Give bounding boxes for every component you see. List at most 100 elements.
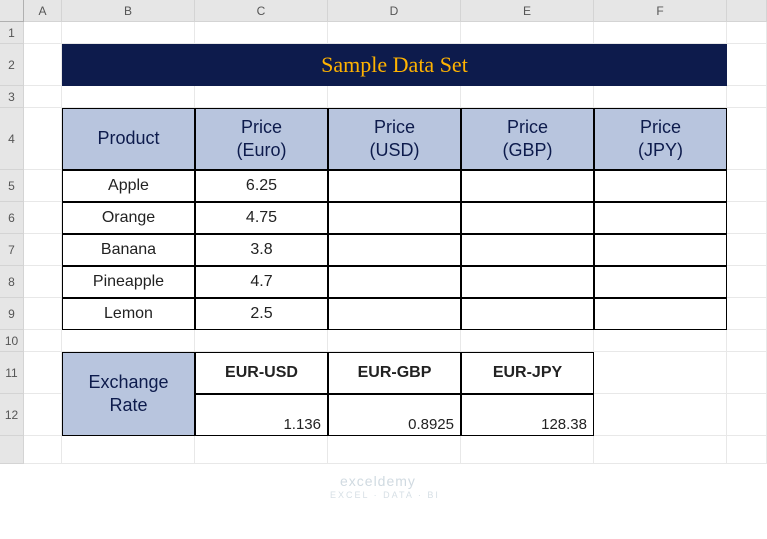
col-header-A[interactable]: A [24, 0, 62, 22]
table-cell[interactable] [461, 298, 594, 330]
cell[interactable] [24, 108, 62, 170]
table-cell[interactable] [461, 234, 594, 266]
table-cell[interactable]: Pineapple [62, 266, 195, 298]
table-cell[interactable]: Apple [62, 170, 195, 202]
exchange-value[interactable]: 0.8925 [328, 394, 461, 436]
cell[interactable] [727, 108, 767, 170]
exchange-value[interactable]: 1.136 [195, 394, 328, 436]
cell[interactable] [24, 44, 62, 86]
table-cell[interactable]: Orange [62, 202, 195, 234]
cell[interactable] [24, 352, 62, 394]
cell[interactable] [727, 170, 767, 202]
exchange-pair-header[interactable]: EUR-GBP [328, 352, 461, 394]
cell[interactable] [727, 86, 767, 108]
cell[interactable] [727, 298, 767, 330]
row-header-7[interactable]: 7 [0, 234, 24, 266]
exchange-pair-header[interactable]: EUR-USD [195, 352, 328, 394]
table-cell[interactable] [461, 170, 594, 202]
cell[interactable] [62, 22, 195, 44]
table-cell[interactable] [328, 202, 461, 234]
select-all-corner[interactable] [0, 0, 24, 22]
cell[interactable] [195, 436, 328, 464]
th-product[interactable]: Product [62, 108, 195, 170]
cell[interactable] [328, 330, 461, 352]
exchange-pair-header[interactable]: EUR-JPY [461, 352, 594, 394]
table-cell[interactable] [594, 298, 727, 330]
cell[interactable] [727, 266, 767, 298]
cell[interactable] [328, 436, 461, 464]
cell[interactable] [328, 86, 461, 108]
table-cell[interactable] [594, 202, 727, 234]
table-cell[interactable]: 3.8 [195, 234, 328, 266]
row-header-5[interactable]: 5 [0, 170, 24, 202]
row-header-12[interactable]: 12 [0, 394, 24, 436]
table-cell[interactable] [594, 170, 727, 202]
col-header-blank[interactable] [727, 0, 767, 22]
exchange-value[interactable]: 128.38 [461, 394, 594, 436]
th-price-gbp[interactable]: Price (GBP) [461, 108, 594, 170]
cell[interactable] [727, 352, 767, 394]
th-price-usd[interactable]: Price (USD) [328, 108, 461, 170]
cell[interactable] [727, 330, 767, 352]
table-cell[interactable] [594, 266, 727, 298]
row-header-1[interactable]: 1 [0, 22, 24, 44]
cell[interactable] [328, 22, 461, 44]
table-cell[interactable]: Banana [62, 234, 195, 266]
cell[interactable] [461, 86, 594, 108]
table-cell[interactable]: 2.5 [195, 298, 328, 330]
row-header-6[interactable]: 6 [0, 202, 24, 234]
col-header-C[interactable]: C [195, 0, 328, 22]
cell[interactable] [727, 234, 767, 266]
cell[interactable] [24, 234, 62, 266]
th-price-eur[interactable]: Price (Euro) [195, 108, 328, 170]
row-header-2[interactable]: 2 [0, 44, 24, 86]
cell[interactable] [727, 22, 767, 44]
cell[interactable] [594, 86, 727, 108]
cell[interactable] [195, 330, 328, 352]
cell[interactable] [195, 22, 328, 44]
col-header-E[interactable]: E [461, 0, 594, 22]
cell[interactable] [24, 202, 62, 234]
cell[interactable] [461, 436, 594, 464]
cell[interactable] [727, 202, 767, 234]
cell[interactable] [594, 22, 727, 44]
row-header-11[interactable]: 11 [0, 352, 24, 394]
cell[interactable] [594, 394, 727, 436]
col-header-D[interactable]: D [328, 0, 461, 22]
cell[interactable] [594, 330, 727, 352]
row-header-3[interactable]: 3 [0, 86, 24, 108]
th-price-jpy[interactable]: Price (JPY) [594, 108, 727, 170]
cell[interactable] [24, 22, 62, 44]
cell[interactable] [594, 436, 727, 464]
cell[interactable] [24, 330, 62, 352]
table-cell[interactable] [328, 298, 461, 330]
col-header-F[interactable]: F [594, 0, 727, 22]
table-cell[interactable] [461, 202, 594, 234]
page-title[interactable]: Sample Data Set [62, 44, 727, 86]
table-cell[interactable]: 6.25 [195, 170, 328, 202]
cell[interactable] [24, 266, 62, 298]
cell[interactable] [62, 330, 195, 352]
exchange-rate-label[interactable]: Exchange Rate [62, 352, 195, 436]
table-cell[interactable]: 4.7 [195, 266, 328, 298]
table-cell[interactable] [328, 266, 461, 298]
row-header-9[interactable]: 9 [0, 298, 24, 330]
row-header-blank[interactable] [0, 436, 24, 464]
cell[interactable] [594, 352, 727, 394]
cell[interactable] [24, 170, 62, 202]
row-header-10[interactable]: 10 [0, 330, 24, 352]
col-header-B[interactable]: B [62, 0, 195, 22]
cell[interactable] [461, 22, 594, 44]
cell[interactable] [24, 436, 62, 464]
cell[interactable] [727, 394, 767, 436]
cell[interactable] [727, 44, 767, 86]
cell[interactable] [727, 436, 767, 464]
cell[interactable] [62, 86, 195, 108]
cell[interactable] [24, 86, 62, 108]
row-header-8[interactable]: 8 [0, 266, 24, 298]
table-cell[interactable]: 4.75 [195, 202, 328, 234]
table-cell[interactable] [328, 170, 461, 202]
table-cell[interactable]: Lemon [62, 298, 195, 330]
cell[interactable] [461, 330, 594, 352]
table-cell[interactable] [594, 234, 727, 266]
